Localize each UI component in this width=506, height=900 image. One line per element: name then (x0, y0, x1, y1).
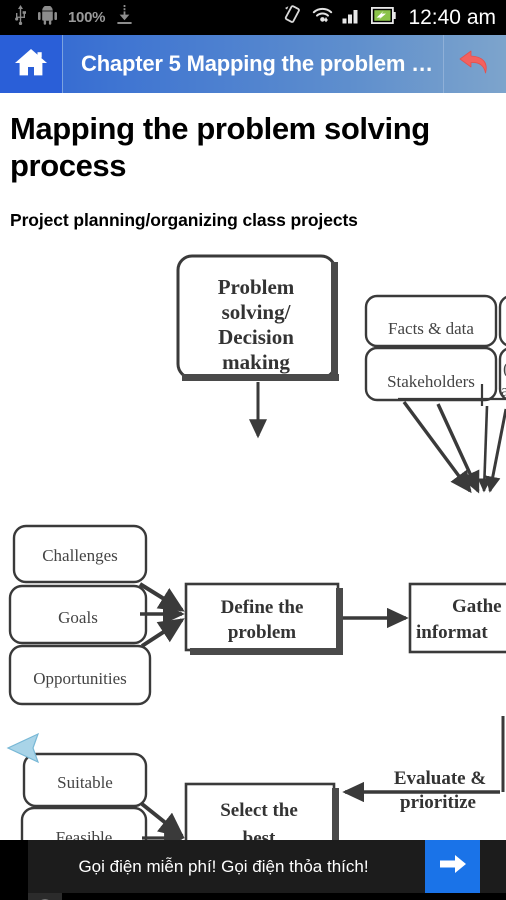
node-select-line-0: Select the (220, 800, 298, 821)
diagram-svg: Problem solving/ Decision making Facts &… (8, 254, 506, 840)
node-challenges-label: Challenges (42, 546, 118, 565)
node-define-problem-line-1: problem (228, 622, 296, 643)
problem-solving-flow-diagram: Problem solving/ Decision making Facts &… (0, 246, 506, 840)
node-gather-information-line-1: informat (416, 622, 488, 643)
battery-percent-label: 100% (68, 9, 106, 26)
ad-text: Gọi điện miễn phí! Gọi điện thỏa thích! (78, 856, 369, 876)
node-evaluate-prioritize-line-1: prioritize (400, 792, 476, 813)
node-gather-information-line-0: Gathe (452, 596, 502, 617)
status-bar: 100% 12:40 am (0, 0, 506, 35)
node-suitable-label: Suitable (57, 773, 113, 792)
status-bar-left-icons: 100% (14, 4, 133, 30)
document-subheading: Project planning/organizing class projec… (10, 210, 358, 231)
node-stakeholders-label: Stakeholders (387, 372, 475, 391)
edge-facts-to-gather (402, 400, 472, 494)
android-robot-icon (38, 4, 57, 30)
node-clipped-right-bottom-label-1: a (501, 381, 506, 400)
ad-banner-content[interactable]: Gọi điện miễn phí! Gọi điện thỏa thích! (28, 840, 506, 893)
node-goals-label: Goals (58, 608, 98, 627)
device-screen: 100% 12:40 am Chapter 5 Mapping the prob… (0, 0, 506, 900)
edge-suitable-to-select (140, 802, 185, 838)
previous-page-arrow[interactable] (0, 726, 44, 770)
node-feasible-label: Feasible (56, 828, 113, 840)
document-heading: Mapping the problem solving process (10, 111, 430, 183)
node-problem-solving-line-2: Decision (218, 325, 294, 349)
node-problem-solving-line-1: solving/ (222, 300, 292, 324)
node-problem-solving-line-0: Problem (218, 275, 295, 299)
node-opportunities-label: Opportunities (33, 669, 127, 688)
document-content[interactable]: Mapping the problem solving process Proj… (0, 93, 506, 840)
usb-icon (14, 5, 27, 30)
battery-charging-icon (371, 6, 397, 29)
edge-clipped-to-gather-2 (485, 408, 506, 493)
download-icon (116, 5, 133, 30)
home-button[interactable] (0, 35, 63, 93)
ad-banner[interactable]: Gọi điện miễn phí! Gọi điện thỏa thích! (0, 840, 506, 900)
node-problem-solving-line-3: making (222, 350, 290, 374)
status-bar-clock: 12:40 am (408, 5, 496, 29)
wifi-icon (312, 6, 333, 29)
ad-cta-arrow-icon (438, 851, 468, 882)
node-select-line-1: best (243, 828, 276, 840)
status-bar-right-icons: 12:40 am (284, 5, 496, 30)
app-bar-title-area[interactable]: Chapter 5 Mapping the problem … (63, 35, 444, 93)
edge-stakeholders-to-gather (436, 403, 480, 494)
edge-opportunities-to-define (140, 618, 185, 648)
undo-arrow-icon (457, 46, 493, 83)
cellular-signal-icon (342, 7, 362, 29)
home-icon (14, 47, 48, 82)
node-define-problem-line-0: Define the (221, 597, 304, 618)
edge-clipped-to-gather-1 (477, 405, 492, 493)
node-evaluate-prioritize-line-0: Evaluate & (394, 768, 486, 789)
screen-rotation-icon (284, 5, 303, 30)
ad-cta-button[interactable] (425, 840, 480, 893)
app-bar: Chapter 5 Mapping the problem … (0, 35, 506, 93)
page-title: Chapter 5 Mapping the problem … (81, 51, 433, 76)
back-button[interactable] (444, 35, 506, 93)
node-facts-data-label: Facts & data (388, 319, 474, 338)
ad-info-button[interactable] (28, 893, 62, 900)
